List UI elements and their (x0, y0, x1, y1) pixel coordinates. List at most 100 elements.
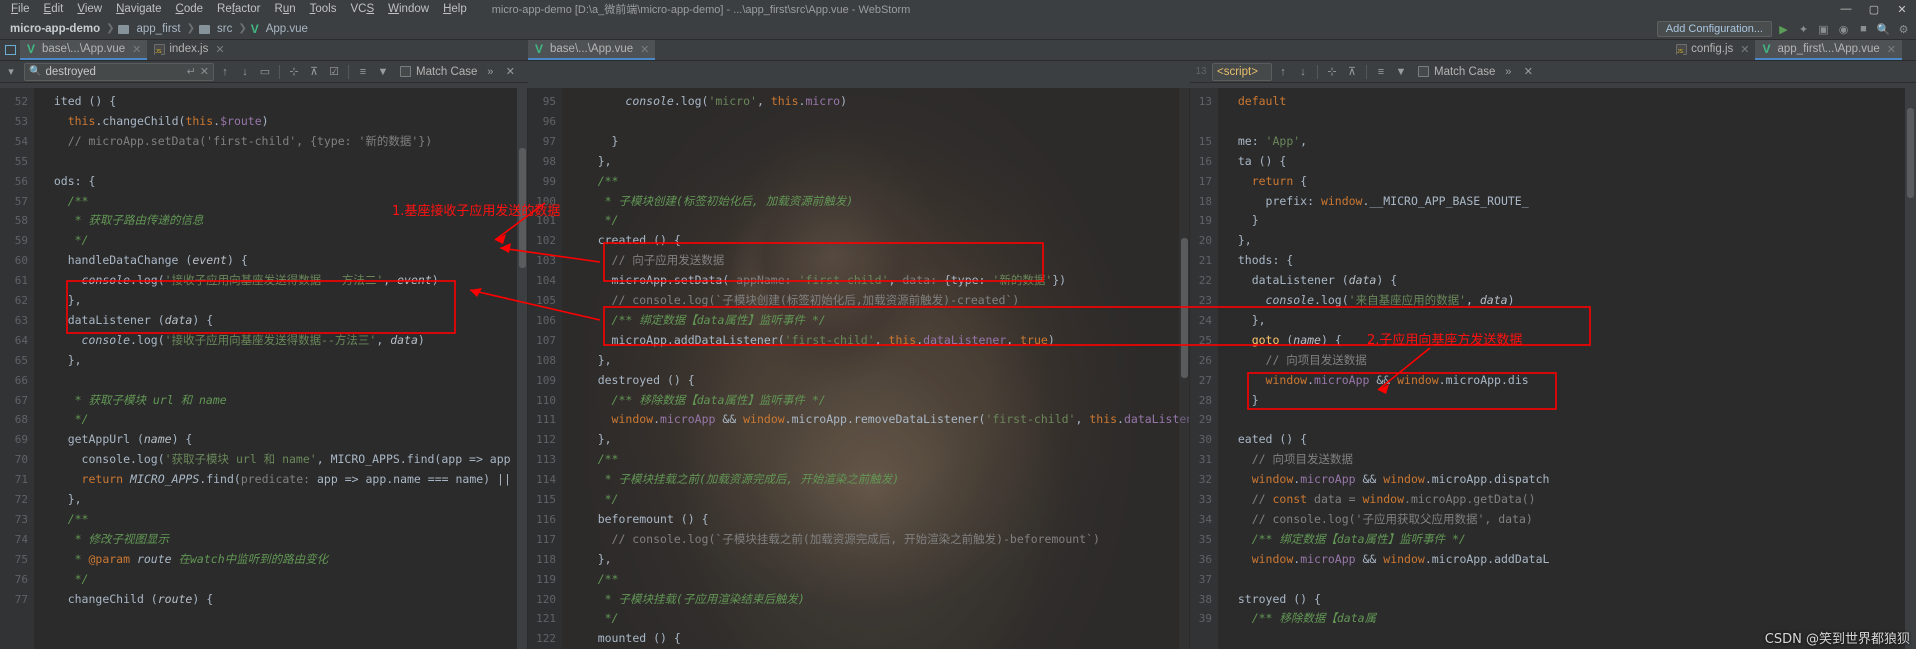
collapse-arrow-icon[interactable]: ▾ (2, 63, 20, 81)
code-line[interactable]: 75 * @param route 在watch中监听到的路由变化 (0, 550, 528, 570)
code-line[interactable]: 62 }, (0, 291, 528, 311)
code-line[interactable]: 52 ited () { (0, 92, 528, 112)
close-icon[interactable]: ✕ (1740, 43, 1749, 56)
code-line[interactable]: 15 me: 'App', (1190, 132, 1916, 152)
code-line[interactable]: 77 changeChild (route) { (0, 590, 528, 610)
menu-item-navigate[interactable]: Navigate (109, 0, 168, 18)
tab-configjs[interactable]: config.js ✕ (1669, 40, 1755, 60)
code-line[interactable]: 98 }, (528, 152, 1190, 172)
code-line[interactable]: 63 dataListener (data) { (0, 311, 528, 331)
menu-item-file[interactable]: File (4, 0, 37, 18)
search-everywhere-icon[interactable]: 🔍 (1875, 21, 1892, 38)
code-line[interactable]: 103 // 向子应用发送数据 (528, 251, 1190, 271)
code-line[interactable]: 22 dataListener (data) { (1190, 271, 1916, 291)
breadcrumb-item-project[interactable]: micro-app-demo (8, 23, 102, 35)
menu-item-window[interactable]: Window (381, 0, 436, 18)
code-line[interactable]: 112 }, (528, 430, 1190, 450)
close-button[interactable]: ✕ (1888, 0, 1916, 18)
filter-icon[interactable]: ▼ (1392, 63, 1410, 81)
code-line[interactable]: 68 */ (0, 410, 528, 430)
code-line[interactable]: 116 beforemount () { (528, 510, 1190, 530)
code-line[interactable]: 55 (0, 152, 528, 172)
code-line[interactable]: 61 console.log('接收子应用向基座发送得数据---方法二', ev… (0, 271, 528, 291)
right-code-area[interactable]: 13 default 15 me: 'App', 16 ta () {17 retu… (1190, 88, 1916, 649)
close-icon[interactable]: ✕ (215, 43, 224, 56)
code-line[interactable]: 30 eated () { (1190, 430, 1916, 450)
code-line[interactable]: 39 /** 移除数据【data属 (1190, 609, 1916, 629)
code-line[interactable]: 23 console.log('来自基座应用的数据', data) (1190, 291, 1916, 311)
code-line[interactable]: 106 /** 绑定数据【data属性】监听事件 */ (528, 311, 1190, 331)
code-line[interactable]: 19 } (1190, 211, 1916, 231)
code-line[interactable]: 108 }, (528, 351, 1190, 371)
next-occurrence-icon[interactable]: ↓ (1294, 63, 1312, 81)
close-icon[interactable]: ✕ (640, 43, 649, 56)
code-line[interactable]: 105 // console.log(`子模块创建(标签初始化后,加载资源前触发… (528, 291, 1190, 311)
code-line[interactable]: 109 destroyed () { (528, 371, 1190, 391)
remove-line-icon[interactable]: ⊼ (1343, 63, 1361, 81)
right-search-input[interactable]: <script> (1212, 62, 1272, 81)
menu-item-edit[interactable]: Edit (37, 0, 71, 18)
breadcrumb-item-src[interactable]: src (215, 23, 234, 35)
close-panel-icon[interactable]: ✕ (501, 63, 519, 81)
prev-occurrence-icon[interactable]: ↑ (1274, 63, 1292, 81)
menu-item-vcs[interactable]: VCS (343, 0, 381, 18)
code-line[interactable]: 26 // 向项目发送数据 (1190, 351, 1916, 371)
return-icon[interactable]: ↵ (187, 65, 196, 78)
debug-icon[interactable]: ✦ (1795, 21, 1812, 38)
code-line[interactable]: 99 /** (528, 172, 1190, 192)
maximize-button[interactable]: ▢ (1860, 0, 1888, 18)
code-line[interactable]: 100 * 子模块创建(标签初始化后, 加载资源前触发) (528, 192, 1190, 212)
code-line[interactable]: 56 ods: { (0, 172, 528, 192)
right-editor-pane[interactable]: 13 default 15 me: 'App', 16 ta () {17 retu… (1190, 88, 1916, 649)
match-case-checkbox[interactable] (400, 66, 411, 77)
menu-item-view[interactable]: View (70, 0, 109, 18)
menu-item-run[interactable]: Run (268, 0, 303, 18)
code-line[interactable]: 32 window.microApp && window.microApp.di… (1190, 470, 1916, 490)
code-line[interactable]: 117 // console.log(`子模块挂载之前(加载资源完成后, 开始渲… (528, 530, 1190, 550)
code-line[interactable]: 35 /** 绑定数据【data属性】监听事件 */ (1190, 530, 1916, 550)
menu-item-refactor[interactable]: Refactor (210, 0, 267, 18)
code-line[interactable]: 25 goto (name) { (1190, 331, 1916, 351)
sort-icon[interactable]: ≡ (1372, 63, 1390, 81)
left-code-area[interactable]: 52 ited () {53 this.changeChild(this.$ro… (0, 88, 528, 649)
code-line[interactable]: 97 } (528, 132, 1190, 152)
add-configuration-button[interactable]: Add Configuration... (1656, 21, 1772, 37)
code-line[interactable]: 119 /** (528, 570, 1190, 590)
code-line[interactable]: 13 default (1190, 92, 1916, 112)
panel-toggle-icon[interactable] (0, 40, 20, 60)
add-line-icon[interactable]: ⊹ (285, 63, 303, 81)
right-scrollbar[interactable] (1905, 88, 1916, 649)
code-line[interactable]: 29 (1190, 410, 1916, 430)
code-line[interactable]: 96 (528, 112, 1190, 132)
remove-line-icon[interactable]: ⊼ (305, 63, 323, 81)
tab-center-base-appvue[interactable]: V base\...\App.vue ✕ (528, 40, 656, 60)
code-line[interactable]: 76 */ (0, 570, 528, 590)
add-line-icon[interactable]: ⊹ (1323, 63, 1341, 81)
code-line[interactable]: 70 console.log('获取子模块 url 和 name', MICRO… (0, 450, 528, 470)
clear-search-icon[interactable]: ✕ (200, 65, 209, 78)
code-line[interactable]: 120 * 子模块挂载(子应用渲染结束后触发) (528, 590, 1190, 610)
code-line[interactable]: 115 */ (528, 490, 1190, 510)
minimize-button[interactable]: — (1832, 0, 1860, 18)
stop-icon[interactable]: ■ (1855, 21, 1872, 38)
coverage-icon[interactable]: ▣ (1815, 21, 1832, 38)
code-line[interactable]: 71 return MICRO_APPS.find(predicate: app… (0, 470, 528, 490)
code-line[interactable]: 64 console.log('接收子应用向基座发送得数据--方法三', dat… (0, 331, 528, 351)
tab-base-appvue[interactable]: V base\...\App.vue ✕ (20, 40, 148, 60)
settings-gear-icon[interactable]: ⚙ (1895, 21, 1912, 38)
code-line[interactable]: 16 ta () { (1190, 152, 1916, 172)
search-input[interactable]: 🔍 destroyed ↵ ✕ (24, 62, 214, 81)
code-line[interactable]: 95 console.log('micro', this.micro) (528, 92, 1190, 112)
sort-icon[interactable]: ≡ (354, 63, 372, 81)
left-editor-pane[interactable]: 52 ited () {53 this.changeChild(this.$ro… (0, 88, 528, 649)
overflow-icon[interactable]: » (481, 63, 499, 81)
code-line[interactable]: 107 microApp.addDataListener('first-chil… (528, 331, 1190, 351)
code-line[interactable]: 20 }, (1190, 231, 1916, 251)
code-line[interactable]: 28 } (1190, 391, 1916, 411)
close-icon[interactable]: ✕ (1887, 43, 1896, 56)
next-occurrence-icon[interactable]: ↓ (236, 63, 254, 81)
code-line[interactable]: 111 window.microApp && window.microApp.r… (528, 410, 1190, 430)
code-line[interactable]: 18 prefix: window.__MICRO_APP_BASE_ROUTE… (1190, 192, 1916, 212)
prev-occurrence-icon[interactable]: ↑ (216, 63, 234, 81)
breadcrumb-item-app-first[interactable]: app_first (134, 23, 182, 35)
